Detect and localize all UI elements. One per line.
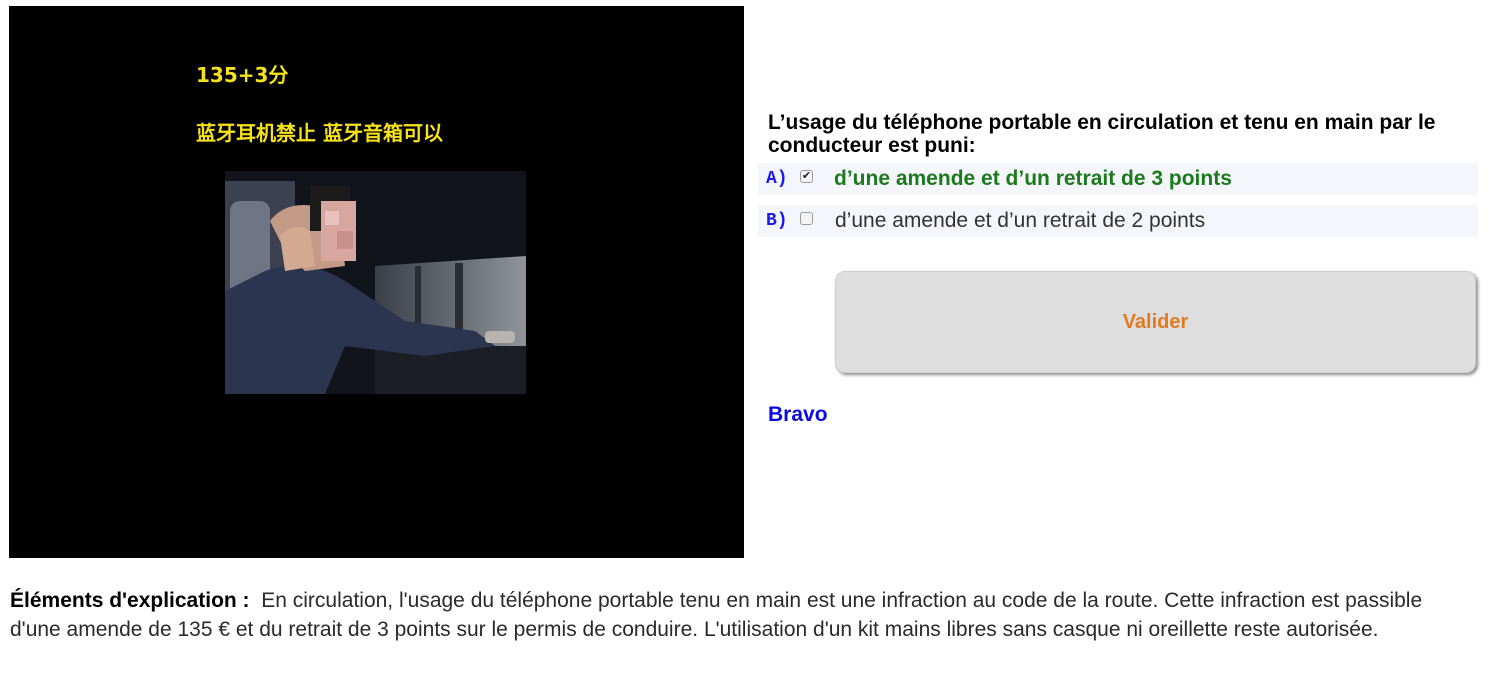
option-checkbox-b[interactable] (800, 211, 813, 225)
bluetooth-caption: 蓝牙耳机禁止 蓝牙音箱可以 (196, 121, 443, 145)
answer-option-a[interactable]: A) ✔ d’une amende et d’un retrait de 3 p… (758, 163, 1478, 195)
penalty-caption: 135+3分 (196, 63, 289, 87)
answer-option-b[interactable]: B) d’une amende et d’un retrait de 2 poi… (758, 205, 1478, 237)
validate-button[interactable]: Valider (835, 271, 1476, 373)
option-checkbox-a[interactable]: ✔ (800, 169, 813, 183)
driver-phone-photo (225, 171, 526, 394)
question-media-panel: 135+3分 蓝牙耳机禁止 蓝牙音箱可以 (9, 6, 744, 558)
question-text: L’usage du téléphone portable en circula… (768, 111, 1436, 157)
explanation-block: Éléments d'explication : En circulation,… (10, 586, 1470, 644)
feedback-message: Bravo (768, 403, 828, 426)
option-text-a: d’une amende et d’un retrait de 3 points (834, 167, 1232, 190)
option-text-b: d’une amende et d’un retrait de 2 points (835, 209, 1206, 232)
driver-illustration (225, 171, 526, 394)
option-letter-a: A) (766, 169, 788, 189)
option-letter-b: B) (766, 211, 788, 231)
explanation-label: Éléments d'explication : (10, 589, 250, 612)
checkmark-icon: ✔ (801, 169, 812, 182)
